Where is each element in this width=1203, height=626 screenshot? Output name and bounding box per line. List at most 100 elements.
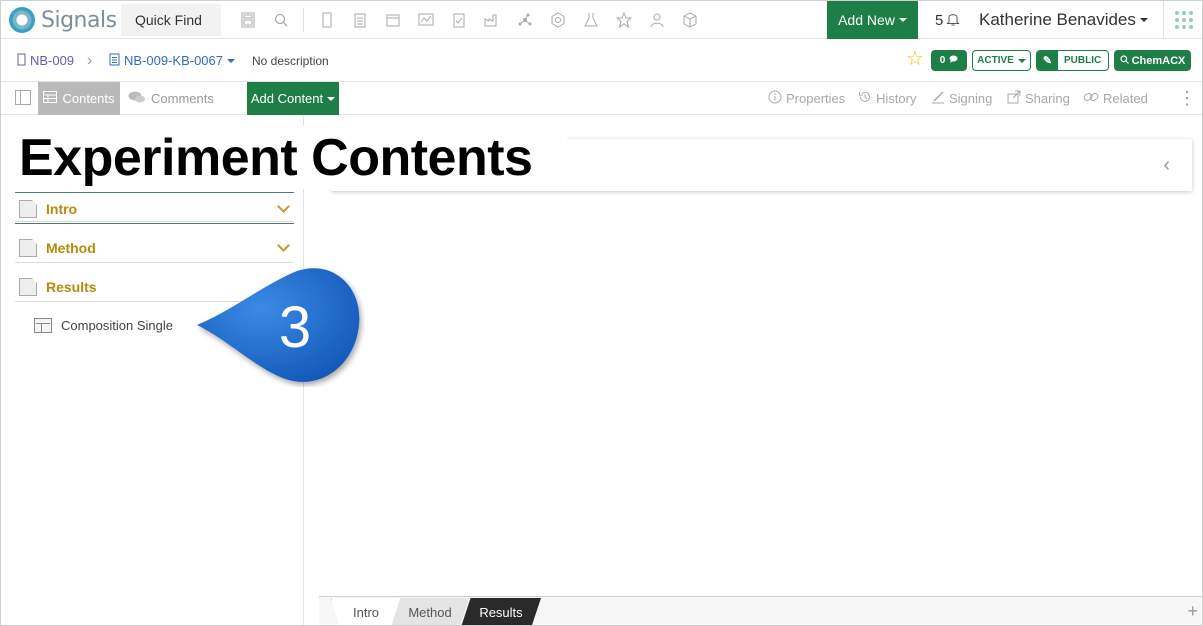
- section-tabs-bar: Intro Method Results +: [319, 596, 1202, 625]
- calendar-icon[interactable]: [376, 1, 409, 39]
- top-bar: Signals Quick Find Add New 5 Katherine B…: [1, 1, 1202, 39]
- breadcrumb-notebook[interactable]: NB-009: [17, 39, 74, 82]
- search-icon[interactable]: [264, 1, 297, 39]
- sharing-label: Sharing: [1025, 91, 1070, 106]
- signing-button[interactable]: Signing: [931, 82, 992, 115]
- add-new-button[interactable]: Add New: [827, 1, 918, 39]
- callout-marker: 3: [197, 268, 360, 382]
- caret-down-icon: [898, 18, 907, 22]
- document-icon: [19, 277, 37, 296]
- tab-method[interactable]: Method: [391, 598, 469, 625]
- sidebar-section-method[interactable]: Method: [15, 233, 294, 263]
- table-icon: [43, 91, 58, 106]
- notebook-icon[interactable]: [310, 1, 343, 39]
- comment-bubble-icon: [949, 55, 958, 66]
- toolbar-icons: [231, 1, 706, 39]
- compound-icon[interactable]: [541, 1, 574, 39]
- callout-number: 3: [279, 295, 311, 360]
- sidebar-item-label: Composition Single: [61, 317, 174, 333]
- grid-dots-icon: [1175, 11, 1193, 29]
- app-launcher-button[interactable]: [1163, 1, 1202, 39]
- caret-down-icon: [1017, 58, 1026, 63]
- user-name: Katherine Benavides: [979, 10, 1136, 29]
- chevron-right-icon: ›: [87, 51, 93, 69]
- sidebar-item-composition-single[interactable]: Composition Single: [34, 314, 173, 336]
- chart-icon[interactable]: [409, 1, 442, 39]
- app-logo[interactable]: Signals: [9, 5, 117, 35]
- sharing-button[interactable]: Sharing: [1007, 82, 1070, 115]
- section-label: Intro: [46, 200, 78, 217]
- experiment-label: NB-009-KB-0067: [124, 53, 223, 68]
- tab-comments[interactable]: Comments: [128, 82, 214, 115]
- caret-down-icon: [1139, 18, 1148, 22]
- notebook-icon: [17, 53, 26, 69]
- add-content-label: Add Content: [250, 91, 324, 106]
- section-label: Method: [46, 239, 96, 256]
- caret-down-icon: [327, 96, 336, 101]
- notification-count: 5: [935, 11, 944, 29]
- sidebar-section-intro[interactable]: Intro: [15, 194, 294, 224]
- toolbar-divider: [303, 8, 304, 32]
- factory-icon[interactable]: [475, 1, 508, 39]
- notifications-button[interactable]: 5: [935, 1, 961, 39]
- table-icon: [34, 317, 52, 333]
- app-name: Signals: [41, 7, 117, 33]
- flask-icon[interactable]: [574, 1, 607, 39]
- document-icon: [19, 199, 37, 218]
- tab-results[interactable]: Results: [461, 598, 541, 625]
- experiment-icon[interactable]: [343, 1, 376, 39]
- pencil-icon: ✎: [1037, 51, 1058, 70]
- visibility-label: PUBLIC: [1064, 55, 1102, 66]
- panel-toggle-icon[interactable]: [15, 90, 31, 105]
- breadcrumb-experiment[interactable]: NB-009-KB-0067: [109, 39, 235, 82]
- link-icon: [1083, 90, 1099, 107]
- info-icon: [768, 90, 782, 107]
- comment-count-badge[interactable]: 0: [931, 50, 967, 71]
- chevron-left-icon[interactable]: ‹: [1163, 154, 1170, 177]
- tab-contents-label: Contents: [62, 91, 115, 106]
- related-button[interactable]: Related: [1083, 82, 1148, 115]
- history-label: History: [876, 91, 917, 106]
- experiment-toolbar: Contents Comments Add Content Properties…: [1, 82, 1202, 115]
- user-icon[interactable]: [640, 1, 673, 39]
- cube-icon[interactable]: [673, 1, 706, 39]
- calculator-icon[interactable]: [231, 1, 264, 39]
- overlay-title: Experiment Contents: [7, 126, 567, 189]
- favorite-star-icon[interactable]: ☆: [906, 49, 924, 69]
- properties-button[interactable]: Properties: [768, 82, 845, 115]
- experiment-description[interactable]: No description: [252, 39, 329, 82]
- signals-logo-icon: [9, 7, 35, 33]
- chevron-down-icon[interactable]: [277, 200, 290, 213]
- status-dropdown[interactable]: ACTIVE: [972, 50, 1031, 71]
- document-icon: [19, 238, 37, 257]
- quick-find-button[interactable]: Quick Find: [121, 4, 221, 36]
- app-window: Signals Quick Find Add New 5 Katherine B…: [0, 0, 1203, 626]
- tab-intro[interactable]: Intro: [331, 598, 401, 625]
- add-tab-icon[interactable]: +: [1187, 601, 1198, 622]
- related-label: Related: [1103, 91, 1148, 106]
- bell-icon: [946, 11, 961, 29]
- tab-contents[interactable]: Contents: [38, 82, 120, 115]
- signature-pen-icon: [931, 90, 945, 107]
- molecule-icon[interactable]: [508, 1, 541, 39]
- search-icon: [1119, 54, 1129, 67]
- add-content-button[interactable]: Add Content: [247, 82, 339, 115]
- history-icon: [858, 90, 872, 107]
- status-label: ACTIVE: [977, 55, 1014, 66]
- clipboard-check-icon[interactable]: [442, 1, 475, 39]
- chemacx-search-button[interactable]: ChemACX: [1114, 50, 1191, 71]
- comments-icon: [128, 91, 146, 107]
- signing-label: Signing: [949, 91, 993, 106]
- tab-comments-label: Comments: [151, 91, 214, 106]
- history-button[interactable]: History: [858, 82, 916, 115]
- chemacx-label: ChemACX: [1131, 54, 1186, 67]
- chevron-down-icon[interactable]: [277, 239, 290, 252]
- properties-label: Properties: [786, 91, 846, 106]
- share-icon: [1007, 90, 1021, 107]
- user-menu[interactable]: Katherine Benavides: [979, 1, 1148, 39]
- visibility-toggle[interactable]: ✎ PUBLIC: [1036, 50, 1109, 71]
- comment-count: 0: [939, 55, 946, 66]
- notebook-label: NB-009: [30, 53, 75, 68]
- star-outline-icon[interactable]: [607, 1, 640, 39]
- more-options-icon[interactable]: ⋮: [1178, 88, 1196, 109]
